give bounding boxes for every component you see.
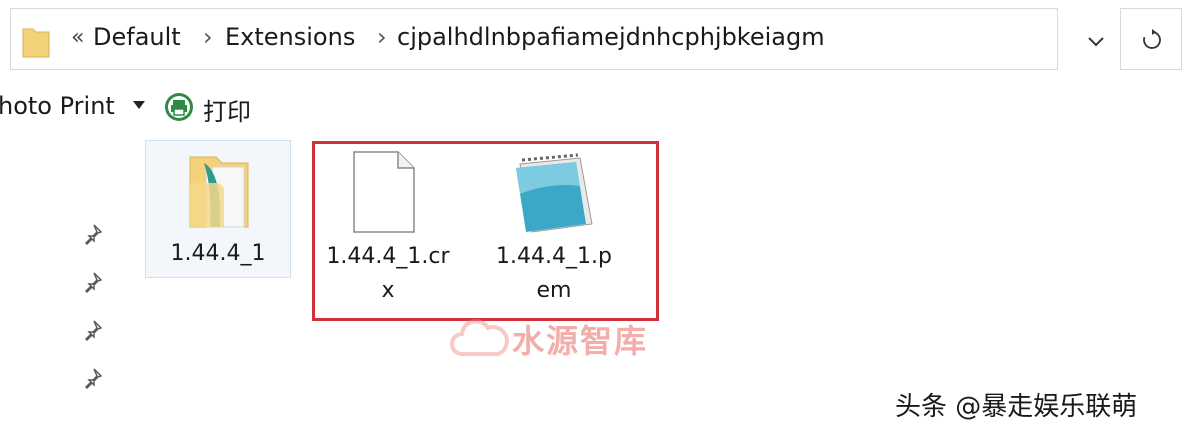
file-item-crx[interactable]: 1.44.4_1.cr x [318,146,458,316]
file-name: 1.44.4_1.cr [326,244,450,269]
folder-icon [189,156,249,228]
breadcrumb-extension-id[interactable]: cjpalhdlnbpafiamejdnhcphjbkeiagm [397,23,825,51]
pin-icon[interactable] [80,366,104,390]
breadcrumb-separator[interactable]: › [377,23,387,51]
file-name: 1.44.4_1.p [496,244,612,269]
source-credit: 头条 @暴走娱乐联萌 [895,392,1138,422]
caret-down-icon[interactable] [132,100,146,110]
breadcrumb-overflow-button[interactable]: « [71,25,84,50]
folder-icon [22,28,50,58]
notepad-icon [516,153,593,233]
photo-print-menu[interactable]: hoto Print [0,92,115,120]
refresh-button[interactable] [1120,8,1182,70]
refresh-icon [1143,29,1161,49]
print-icon[interactable] [163,91,195,123]
print-button[interactable]: 打印 [203,92,251,127]
file-name: 1.44.4_1 [170,241,266,266]
pin-icon[interactable] [80,318,104,342]
address-bar[interactable]: « Default › Extensions › cjpalhdlnbpafia… [10,8,1104,70]
file-name: em [536,278,572,303]
file-name: x [381,278,395,303]
file-item-pem[interactable]: 1.44.4_1.p em [484,146,624,316]
file-icon [353,151,415,233]
chevron-down-icon[interactable] [1084,29,1108,53]
breadcrumb-default[interactable]: Default [93,23,181,51]
file-item-folder[interactable]: 1.44.4_1 [145,140,291,278]
pin-icon[interactable] [80,270,104,294]
cloud-icon [450,319,509,356]
breadcrumb-extensions[interactable]: Extensions [225,23,355,51]
breadcrumb-separator[interactable]: › [203,23,213,51]
watermark-text: 水源智库 [512,322,649,360]
pin-icon[interactable] [80,222,104,246]
